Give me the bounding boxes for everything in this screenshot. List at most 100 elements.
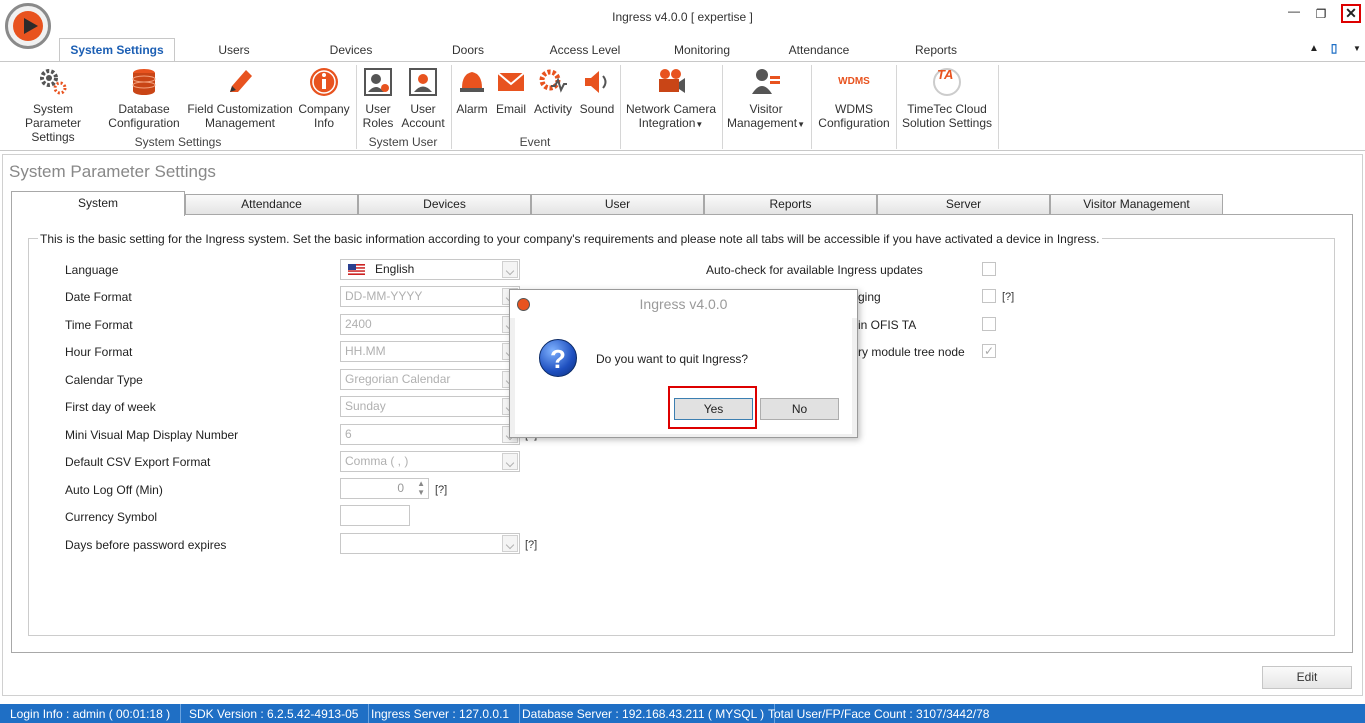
visitor-management-button[interactable]: Visitor Management▼ [724, 66, 808, 132]
calendar-type-select[interactable]: Gregorian Calendar [340, 369, 520, 390]
dialog-title: Ingress v4.0.0 [510, 290, 857, 318]
visitor-icon [750, 66, 782, 98]
button-label: Network Camera [625, 102, 717, 116]
info-icon [308, 66, 340, 98]
date-format-value: DD-MM-YYYY [345, 289, 423, 303]
tab-doors[interactable]: Doors [440, 38, 496, 61]
tab-system[interactable]: System [11, 191, 185, 216]
label-time-format: Time Format [65, 318, 133, 332]
ofis-ta-checkbox[interactable] [982, 317, 996, 331]
field-customization-button[interactable]: Field Customization Management [186, 66, 294, 130]
calendar-type-value: Gregorian Calendar [345, 372, 451, 386]
tab-visitor-management-settings[interactable]: Visitor Management [1050, 194, 1223, 215]
tab-devices-settings[interactable]: Devices [358, 194, 531, 215]
tab-users[interactable]: Users [204, 38, 264, 61]
mini-visual-map-select[interactable]: 6 [340, 424, 520, 445]
app-small-icon [517, 298, 530, 311]
first-day-value: Sunday [345, 399, 386, 413]
close-icon[interactable]: ✕ [1341, 4, 1361, 23]
tab-attendance-settings[interactable]: Attendance [185, 194, 358, 215]
help-hint[interactable]: [?] [1002, 291, 1014, 303]
wdms-configuration-button[interactable]: WDMS WDMS Configuration [814, 66, 894, 130]
hour-format-select[interactable]: HH.MM [340, 341, 520, 362]
option-auto-check-updates: Auto-check for available Ingress updates [706, 263, 923, 277]
tab-system-settings[interactable]: System Settings [59, 38, 175, 62]
restore-icon[interactable]: ❐ [1312, 6, 1330, 22]
chevron-down-icon[interactable] [502, 535, 518, 552]
button-label: Visitor [749, 102, 783, 116]
module-tree-node-checkbox[interactable]: ✓ [982, 344, 996, 358]
edit-button[interactable]: Edit [1262, 666, 1352, 689]
label-auto-log-off: Auto Log Off (Min) [65, 483, 163, 497]
tab-user-settings[interactable]: User [531, 194, 704, 215]
language-value: English [375, 262, 415, 276]
help-hint[interactable]: [?] [435, 484, 447, 496]
pencil-icon [224, 66, 256, 98]
page-title: System Parameter Settings [9, 162, 216, 181]
logging-checkbox[interactable] [982, 289, 996, 303]
status-sdk-version: SDK Version : 6.2.5.42-4913-05 [179, 704, 370, 723]
tab-reports-settings[interactable]: Reports [704, 194, 877, 215]
group-separator [811, 65, 812, 149]
group-separator [722, 65, 723, 149]
spin-arrows-icon[interactable]: ▲ ▼ [417, 479, 425, 497]
password-expiry-select[interactable] [340, 533, 520, 554]
label-mini-visual-map: Mini Visual Map Display Number [65, 428, 239, 442]
tab-server-settings[interactable]: Server [877, 194, 1050, 215]
mini-map-value: 6 [345, 427, 352, 441]
tab-access-level[interactable]: Access Level [540, 38, 630, 61]
currency-symbol-input[interactable] [340, 505, 410, 526]
activity-button[interactable]: Activity [531, 66, 575, 116]
status-user-count: Total User/FP/Face Count : 3107/3442/78 [768, 707, 990, 721]
csv-export-format-select[interactable]: Comma ( , ) [340, 451, 520, 472]
button-label: Configuration [818, 116, 890, 130]
chevron-down-icon[interactable] [502, 453, 518, 470]
button-label: Settings [31, 130, 75, 144]
button-label: Field Customization [187, 102, 293, 116]
auto-check-updates-checkbox[interactable] [982, 262, 996, 276]
label-hour-format: Hour Format [65, 345, 133, 359]
alarm-button[interactable]: Alarm [453, 66, 491, 116]
sound-button[interactable]: Sound [577, 66, 617, 116]
help-hint[interactable]: [?] [525, 539, 537, 551]
first-day-of-week-select[interactable]: Sunday [340, 396, 520, 417]
label-first-day-of-week: First day of week [65, 400, 156, 414]
database-icon [128, 66, 160, 98]
camera-icon [655, 66, 687, 98]
minimize-icon[interactable]: — [1285, 3, 1303, 19]
settings-description: This is the basic setting for the Ingres… [38, 232, 1102, 246]
network-camera-integration-button[interactable]: Network Camera Integration▼ [623, 66, 719, 132]
timetec-cloud-button[interactable]: TA TimeTec Cloud Solution Settings [898, 66, 996, 131]
button-label: User [365, 102, 391, 116]
system-parameter-settings-button[interactable]: System Parameter Settings [4, 66, 102, 144]
company-info-button[interactable]: Company Info [296, 66, 352, 130]
database-configuration-button[interactable]: Database Configuration [104, 66, 184, 130]
yes-button[interactable]: Yes [674, 398, 753, 420]
activity-icon [537, 66, 569, 98]
auto-log-off-stepper[interactable]: 0 ▲ ▼ [340, 478, 429, 499]
chevron-down-icon[interactable] [502, 261, 518, 278]
date-format-select[interactable]: DD-MM-YYYY [340, 286, 520, 307]
wdms-icon: WDMS [838, 76, 870, 87]
tab-devices[interactable]: Devices [316, 38, 386, 61]
no-button[interactable]: No [760, 398, 839, 420]
tab-monitoring[interactable]: Monitoring [662, 38, 742, 61]
option-ofis-ta: in OFIS TA [858, 318, 917, 332]
user-account-button[interactable]: User Account [399, 66, 447, 130]
button-label: Company [298, 102, 350, 116]
sound-icon [581, 66, 613, 98]
question-icon: ? [539, 339, 577, 377]
status-database-server: Database Server : 192.168.43.211 ( MYSQL… [512, 704, 776, 723]
email-button[interactable]: Email [493, 66, 529, 116]
button-label: Configuration [108, 116, 180, 130]
group-separator [620, 65, 621, 149]
auto-log-off-value: 0 [397, 481, 404, 495]
user-account-icon [407, 66, 439, 98]
time-format-select[interactable]: 2400 [340, 314, 520, 335]
language-select[interactable]: English [340, 259, 520, 280]
label-currency-symbol: Currency Symbol [65, 510, 158, 524]
user-roles-button[interactable]: User Roles [358, 66, 398, 130]
ribbon-panel: System Parameter Settings Database Confi… [0, 61, 1365, 151]
tab-reports[interactable]: Reports [905, 38, 967, 61]
tab-attendance[interactable]: Attendance [780, 38, 858, 61]
